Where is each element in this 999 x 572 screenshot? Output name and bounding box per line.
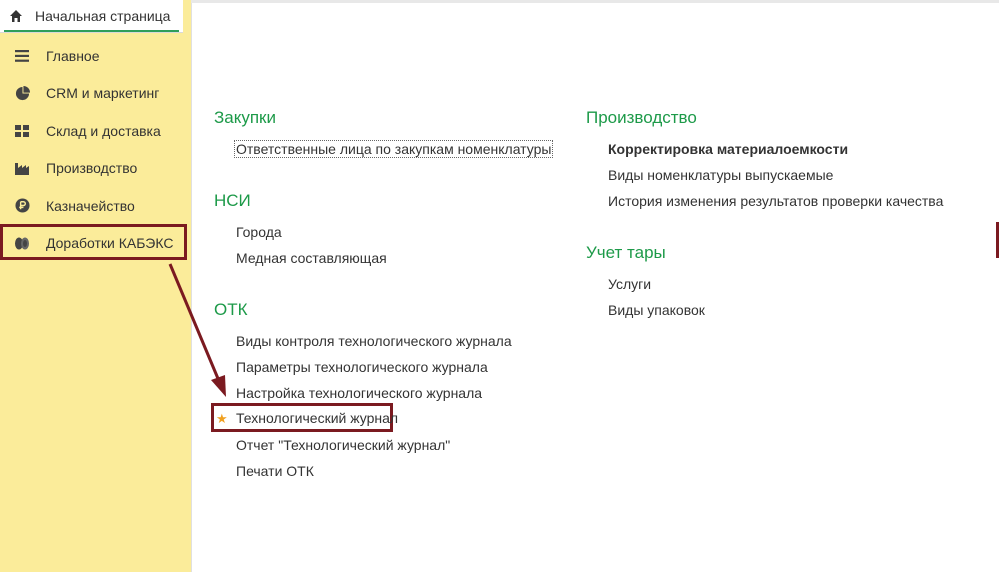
highlight-frame-kabeks xyxy=(0,224,187,260)
group-title-proizvodstvo: Производство xyxy=(586,108,697,127)
group-title-nsi: НСИ xyxy=(214,191,251,210)
main-content xyxy=(191,0,999,572)
active-tab-indicator xyxy=(4,30,179,32)
favorite-star-icon[interactable]: ★ xyxy=(216,412,228,425)
link-goroda[interactable]: Города xyxy=(236,224,282,240)
sidebar-item-proizvodstvo[interactable]: Производство xyxy=(0,150,191,188)
group-title-otk: ОТК xyxy=(214,300,248,319)
link-vidy-nomenklatury[interactable]: Виды номенклатуры выпускаемые xyxy=(608,167,833,183)
sidebar-item-label: CRM и маркетинг xyxy=(46,85,160,102)
sidebar-item-crm[interactable]: CRM и маркетинг xyxy=(0,75,191,113)
link-istoriya-izmeneniya[interactable]: История изменения результатов проверки к… xyxy=(608,193,943,209)
pie-chart-icon xyxy=(14,85,30,101)
menu-lines-icon xyxy=(14,48,30,64)
sidebar-item-label: Производство xyxy=(46,160,138,177)
group-title-uchet-tary: Учет тары xyxy=(586,243,666,262)
warehouse-grid-icon xyxy=(14,123,30,139)
home-tab[interactable]: Начальная страница xyxy=(0,0,183,33)
link-otchet-zhurnal[interactable]: Отчет "Технологический журнал" xyxy=(236,437,450,453)
link-vidy-kontrolya[interactable]: Виды контроля технологического журнала xyxy=(236,333,512,349)
factory-icon xyxy=(14,160,30,176)
sidebar-item-kaznacheystvo[interactable]: Казначейство xyxy=(0,187,191,225)
group-title-zakupki: Закупки xyxy=(214,108,276,127)
link-parametry-zhurnala[interactable]: Параметры технологического журнала xyxy=(236,359,488,375)
sidebar-item-glavnoe[interactable]: Главное xyxy=(0,37,191,75)
link-mednaya-sostavlyayushchaya[interactable]: Медная составляющая xyxy=(236,250,387,266)
home-icon xyxy=(10,10,22,22)
sidebar-item-label: Казначейство xyxy=(46,197,135,214)
main-top-border xyxy=(191,0,999,3)
home-tab-label: Начальная страница xyxy=(35,8,171,24)
sidebar-item-sklad[interactable]: Склад и доставка xyxy=(0,112,191,150)
link-korrektirovka-materialoemkosti[interactable]: Корректировка материалоемкости xyxy=(608,141,848,157)
sidebar-item-label: Склад и доставка xyxy=(46,122,161,139)
sidebar-item-label: Главное xyxy=(46,47,100,64)
ruble-coin-icon xyxy=(14,198,30,214)
link-otvetstvennye-litsa[interactable]: Ответственные лица по закупкам номенклат… xyxy=(234,140,554,158)
link-uslugi[interactable]: Услуги xyxy=(608,276,651,292)
link-tekhnologicheskiy-zhurnal[interactable]: Технологический журнал xyxy=(236,410,398,426)
link-vidy-upakovok[interactable]: Виды упаковок xyxy=(608,302,705,318)
link-nastroyka-zhurnala[interactable]: Настройка технологического журнала xyxy=(236,385,482,401)
link-pechati-otk[interactable]: Печати ОТК xyxy=(236,463,314,479)
